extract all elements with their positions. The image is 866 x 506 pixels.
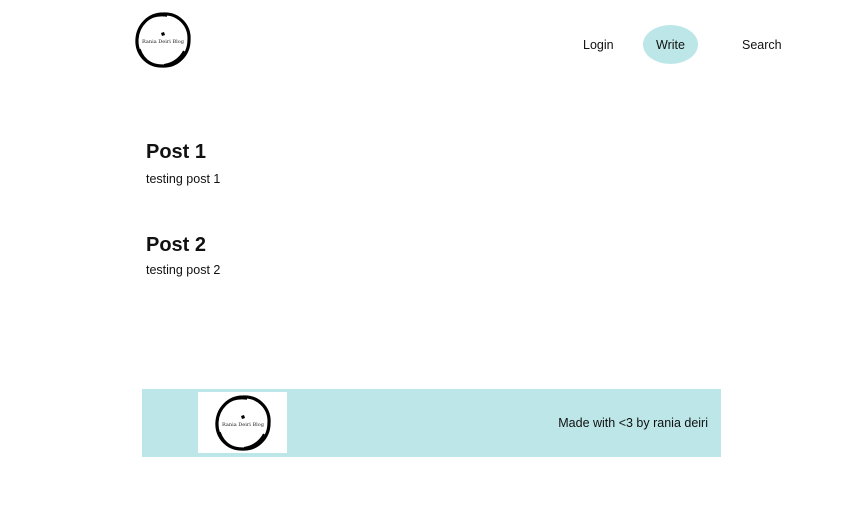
footer: Rania Deiri Blog Made with <3 by rania d… (142, 389, 721, 457)
nav-write-button[interactable]: Write (643, 25, 698, 64)
nav-write-label: Write (656, 37, 685, 52)
post-body: testing post 2 (146, 263, 221, 277)
footer-logo-box: Rania Deiri Blog (198, 392, 287, 453)
post-title[interactable]: Post 2 (146, 234, 220, 256)
post-item[interactable]: Post 1 testing post 1 (146, 141, 220, 186)
nav-login-link[interactable]: Login (583, 38, 614, 52)
post-item[interactable]: Post 2 testing post 2 (146, 234, 220, 277)
nav-search-link[interactable]: Search (742, 38, 782, 52)
footer-logo: Rania Deiri Blog (214, 394, 272, 452)
post-body: testing post 1 (146, 172, 221, 186)
logo-text: Rania Deiri Blog (142, 39, 184, 45)
page: Rania Deiri Blog Login Write Search Post… (0, 0, 866, 506)
site-logo[interactable]: Rania Deiri Blog (134, 11, 192, 69)
post-title[interactable]: Post 1 (146, 141, 220, 163)
footer-logo-text: Rania Deiri Blog (222, 422, 264, 428)
footer-credit: Made with <3 by rania deiri (558, 416, 708, 430)
